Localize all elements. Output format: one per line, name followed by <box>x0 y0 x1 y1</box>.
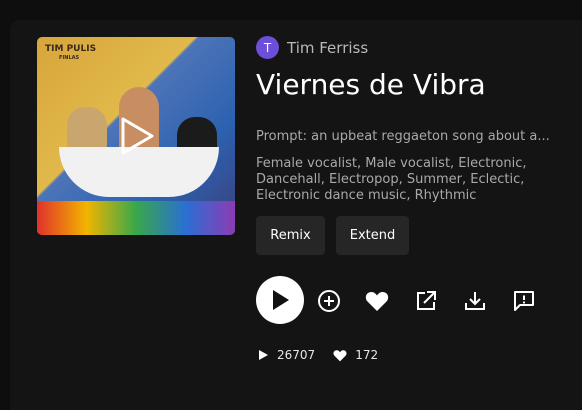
download-button[interactable] <box>462 288 488 314</box>
play-button[interactable] <box>256 276 304 324</box>
download-icon <box>465 292 485 310</box>
share-button[interactable] <box>413 288 439 314</box>
add-icon <box>318 290 340 312</box>
cover-play-icon[interactable] <box>119 116 155 156</box>
artist-row[interactable]: T Tim Ferriss <box>256 36 368 59</box>
play-count: 26707 <box>258 348 315 362</box>
song-tags: Female vocalist, Male vocalist, Electron… <box>256 156 527 203</box>
heart-icon <box>365 291 389 311</box>
cover-logo-text: TIM PULIS <box>45 44 97 54</box>
avatar[interactable]: T <box>256 36 279 59</box>
remix-button[interactable]: Remix <box>256 216 325 255</box>
artist-name[interactable]: Tim Ferriss <box>287 39 368 57</box>
song-title: Viernes de Vibra <box>256 68 486 101</box>
cover-logo: TIM PULIS FINLAS <box>45 45 96 61</box>
like-count-value: 172 <box>355 348 379 362</box>
cover-art[interactable]: TIM PULIS FINLAS <box>37 37 235 235</box>
report-button[interactable] <box>511 288 537 314</box>
like-count-icon <box>333 349 347 361</box>
play-count-icon <box>259 350 268 360</box>
extend-button[interactable]: Extend <box>336 216 409 255</box>
song-stats: 26707 172 <box>258 348 388 362</box>
cover-logo-sub: FINLAS <box>59 55 80 61</box>
song-prompt: Prompt: an upbeat reggaeton song about a… <box>256 129 550 144</box>
add-button[interactable] <box>316 288 342 314</box>
like-count: 172 <box>333 348 378 362</box>
play-icon <box>273 290 289 310</box>
play-count-value: 26707 <box>277 348 316 362</box>
report-icon <box>514 291 534 311</box>
like-button[interactable] <box>364 288 390 314</box>
cover-floor <box>37 201 235 235</box>
share-icon <box>417 291 436 310</box>
